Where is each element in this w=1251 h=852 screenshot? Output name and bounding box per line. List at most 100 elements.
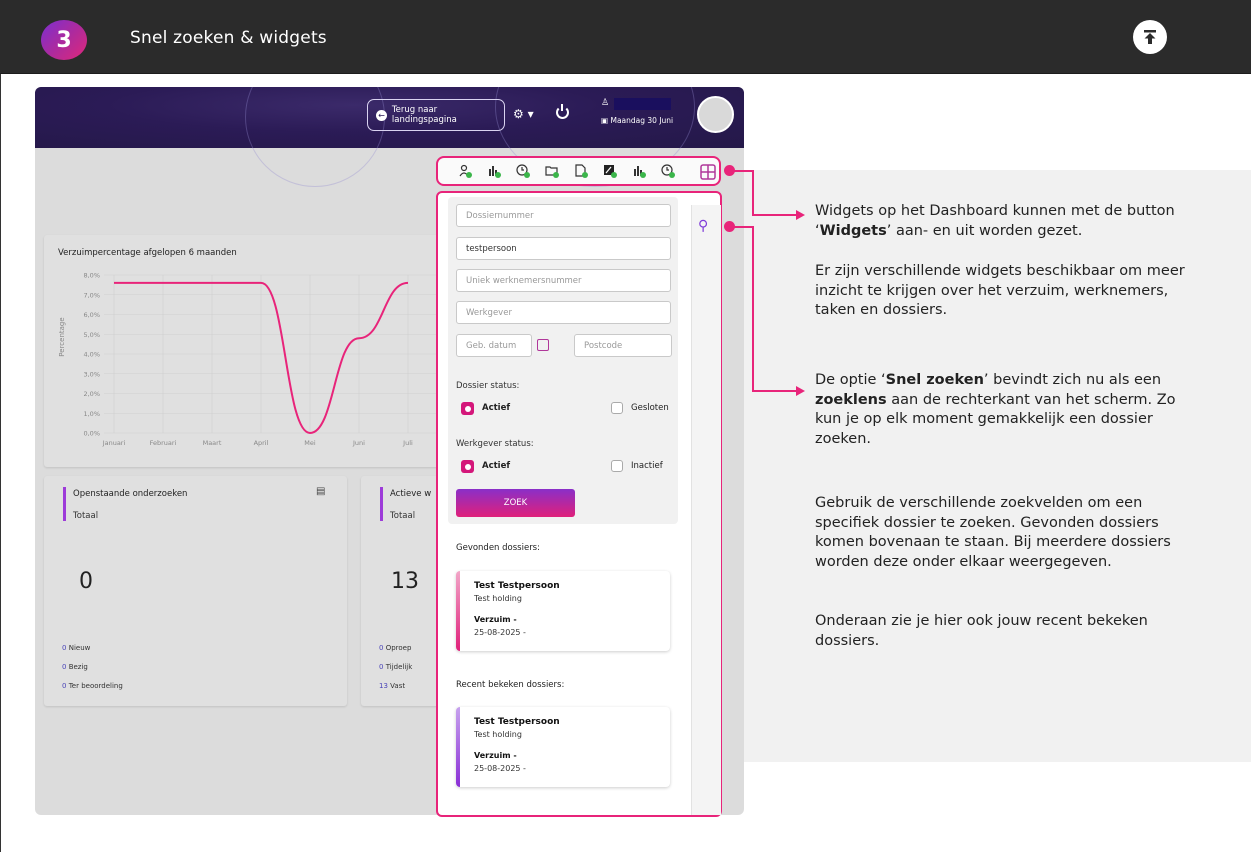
dossier-gesloten-checkbox[interactable]: [611, 402, 623, 414]
card-title: Openstaande onderzoeken: [73, 489, 188, 499]
open-investigations-card[interactable]: Openstaande onderzoeken ▤ Totaal 0 0 Nie…: [44, 476, 347, 706]
explanation-quick-search: De optie ‘Snel zoeken’ bevindt zich nu a…: [815, 372, 1176, 447]
left-rule: [0, 74, 1, 852]
werkgever-inactief-label: Inactief: [631, 461, 663, 471]
y-tick-label: 8,0%: [83, 272, 100, 280]
stat-row: 0 Oproep: [379, 644, 412, 652]
x-tick-label: Juli: [402, 439, 413, 447]
person-field[interactable]: testpersoon: [456, 237, 671, 260]
back-button-label: Terug naar landingspagina: [391, 105, 457, 125]
bar-chart-widget-icon[interactable]: [487, 164, 501, 178]
connector-line: [752, 170, 754, 216]
power-icon[interactable]: [556, 104, 569, 119]
card-total: 13: [391, 569, 419, 594]
widget-toolbar: [436, 156, 721, 186]
card-title: Actieve w: [390, 489, 432, 499]
connector-arrow: [796, 386, 805, 396]
explanation-search-fields: Gebruik de verschillende zoekvelden om e…: [815, 495, 1171, 570]
card-accent: [456, 707, 460, 787]
connector-line: [734, 226, 753, 228]
search-side-strip: [691, 205, 721, 815]
postcode-field[interactable]: Postcode: [574, 334, 672, 357]
werkgever-actief-radio[interactable]: [461, 460, 474, 473]
app-header: ← Terug naar landingspagina ⚙ ▾ ♙ ▣ Maan…: [35, 87, 744, 187]
document-widget-icon[interactable]: [574, 164, 588, 178]
x-tick-label: April: [254, 439, 269, 447]
x-tick-label: Mei: [304, 439, 316, 447]
arrow-left-icon: ←: [376, 109, 387, 121]
x-tick-label: Februari: [150, 439, 177, 447]
chart-card: Verzuimpercentage afgelopen 6 maanden 8,…: [44, 235, 444, 467]
y-tick-label: 5,0%: [83, 331, 100, 339]
search-submit-button[interactable]: ZOEK: [456, 489, 575, 517]
connector-line: [752, 214, 796, 216]
card-accent: [456, 571, 460, 651]
stat-row: 13 Vast: [379, 682, 406, 690]
bar-chart-widget-2-icon[interactable]: [632, 164, 646, 178]
dossier-actief-label: Actief: [482, 403, 511, 413]
y-tick-label: 1,0%: [83, 410, 100, 418]
werkgever-status-label: Werkgever status:: [456, 439, 534, 449]
y-tick-label: 2,0%: [83, 390, 100, 398]
explanation-panel: [744, 170, 1251, 762]
birthdate-field[interactable]: Geb. datum: [456, 334, 532, 357]
dossiernummer-field[interactable]: Dossiernummer: [456, 204, 671, 227]
y-axis-label: Percentage: [58, 317, 66, 356]
card-subtitle: Totaal: [73, 511, 99, 521]
werkgever-field[interactable]: Werkgever: [456, 301, 671, 324]
step-title: Snel zoeken & widgets: [130, 28, 327, 48]
card-accent: [380, 487, 383, 521]
dossier-holding: Test holding: [474, 594, 522, 603]
document-icon[interactable]: ▤: [316, 486, 325, 497]
calendar-icon[interactable]: [537, 339, 549, 351]
dossier-date: 25-08-2025 -: [474, 628, 526, 637]
widgets-grid-icon[interactable]: [698, 163, 718, 181]
werkgever-actief-label: Actief: [482, 461, 511, 471]
x-tick-label: Maart: [203, 439, 222, 447]
dossier-name: Test Testpersoon: [474, 717, 560, 727]
y-tick-label: 3,0%: [83, 370, 100, 378]
dossier-gesloten-label: Gesloten: [631, 403, 669, 413]
dossier-name: Test Testpersoon: [474, 581, 560, 591]
stat-row: 0 Tijdelijk: [379, 663, 413, 671]
dossier-date: 25-08-2025 -: [474, 764, 526, 773]
explanation-widgets: Widgets op het Dashboard kunnen met de b…: [815, 203, 1175, 239]
card-total: 0: [79, 569, 93, 594]
search-icon[interactable]: ⚲: [698, 218, 708, 234]
upload-to-top-icon[interactable]: [1133, 20, 1167, 54]
edit-widget-icon[interactable]: [603, 164, 617, 178]
dossier-status-label: Dossier status:: [456, 381, 520, 391]
recent-dossiers-heading: Recent bekeken dossiers:: [456, 680, 565, 690]
werkgever-inactief-checkbox[interactable]: [611, 460, 623, 472]
back-to-landing-button[interactable]: ← Terug naar landingspagina: [367, 99, 505, 131]
stat-row: 0 Bezig: [62, 663, 88, 671]
clock-widget-2-icon[interactable]: [661, 164, 675, 178]
werknemersnummer-field[interactable]: Uniek werknemersnummer: [456, 269, 671, 292]
dossier-verzuim: Verzuim -: [474, 615, 517, 624]
clock-widget-icon[interactable]: [516, 164, 530, 178]
recent-dossier-card[interactable]: Test Testpersoon Test holding Verzuim - …: [456, 707, 670, 787]
x-tick-label: Januari: [102, 439, 126, 447]
line-chart: 8,0% 7,0% 6,0% 5,0% 4,0% 3,0% 2,0% 1,0% 0,0%Janu…: [58, 272, 439, 447]
user-icon: ♙: [601, 98, 610, 108]
dossier-actief-radio[interactable]: [461, 402, 474, 415]
avatar[interactable]: [697, 96, 734, 133]
stat-row: 0 Ter beoordeling: [62, 682, 123, 690]
folder-widget-icon[interactable]: [545, 164, 559, 178]
gear-icon[interactable]: ⚙ ▾: [513, 107, 534, 121]
connector-line: [734, 170, 753, 172]
chart-title: Verzuimpercentage afgelopen 6 maanden: [58, 248, 237, 258]
card-accent: [63, 487, 66, 521]
stat-row: 0 Nieuw: [62, 644, 91, 652]
explanation-widgets-available: Er zijn verschillende widgets beschikbaa…: [815, 263, 1185, 318]
step-number-badge: 3: [41, 20, 87, 60]
user-name-redacted: [614, 98, 671, 110]
connector-arrow: [796, 210, 805, 220]
connector-line: [752, 390, 796, 392]
tutorial-header: 3 Snel zoeken & widgets: [0, 0, 1251, 74]
date-label: ▣ Maandag 30 Juni: [601, 116, 674, 125]
user-check-widget-icon[interactable]: [458, 164, 472, 178]
found-dossier-card[interactable]: Test Testpersoon Test holding Verzuim - …: [456, 571, 670, 651]
x-tick-label: Juni: [352, 439, 365, 447]
y-tick-label: 4,0%: [83, 351, 100, 359]
